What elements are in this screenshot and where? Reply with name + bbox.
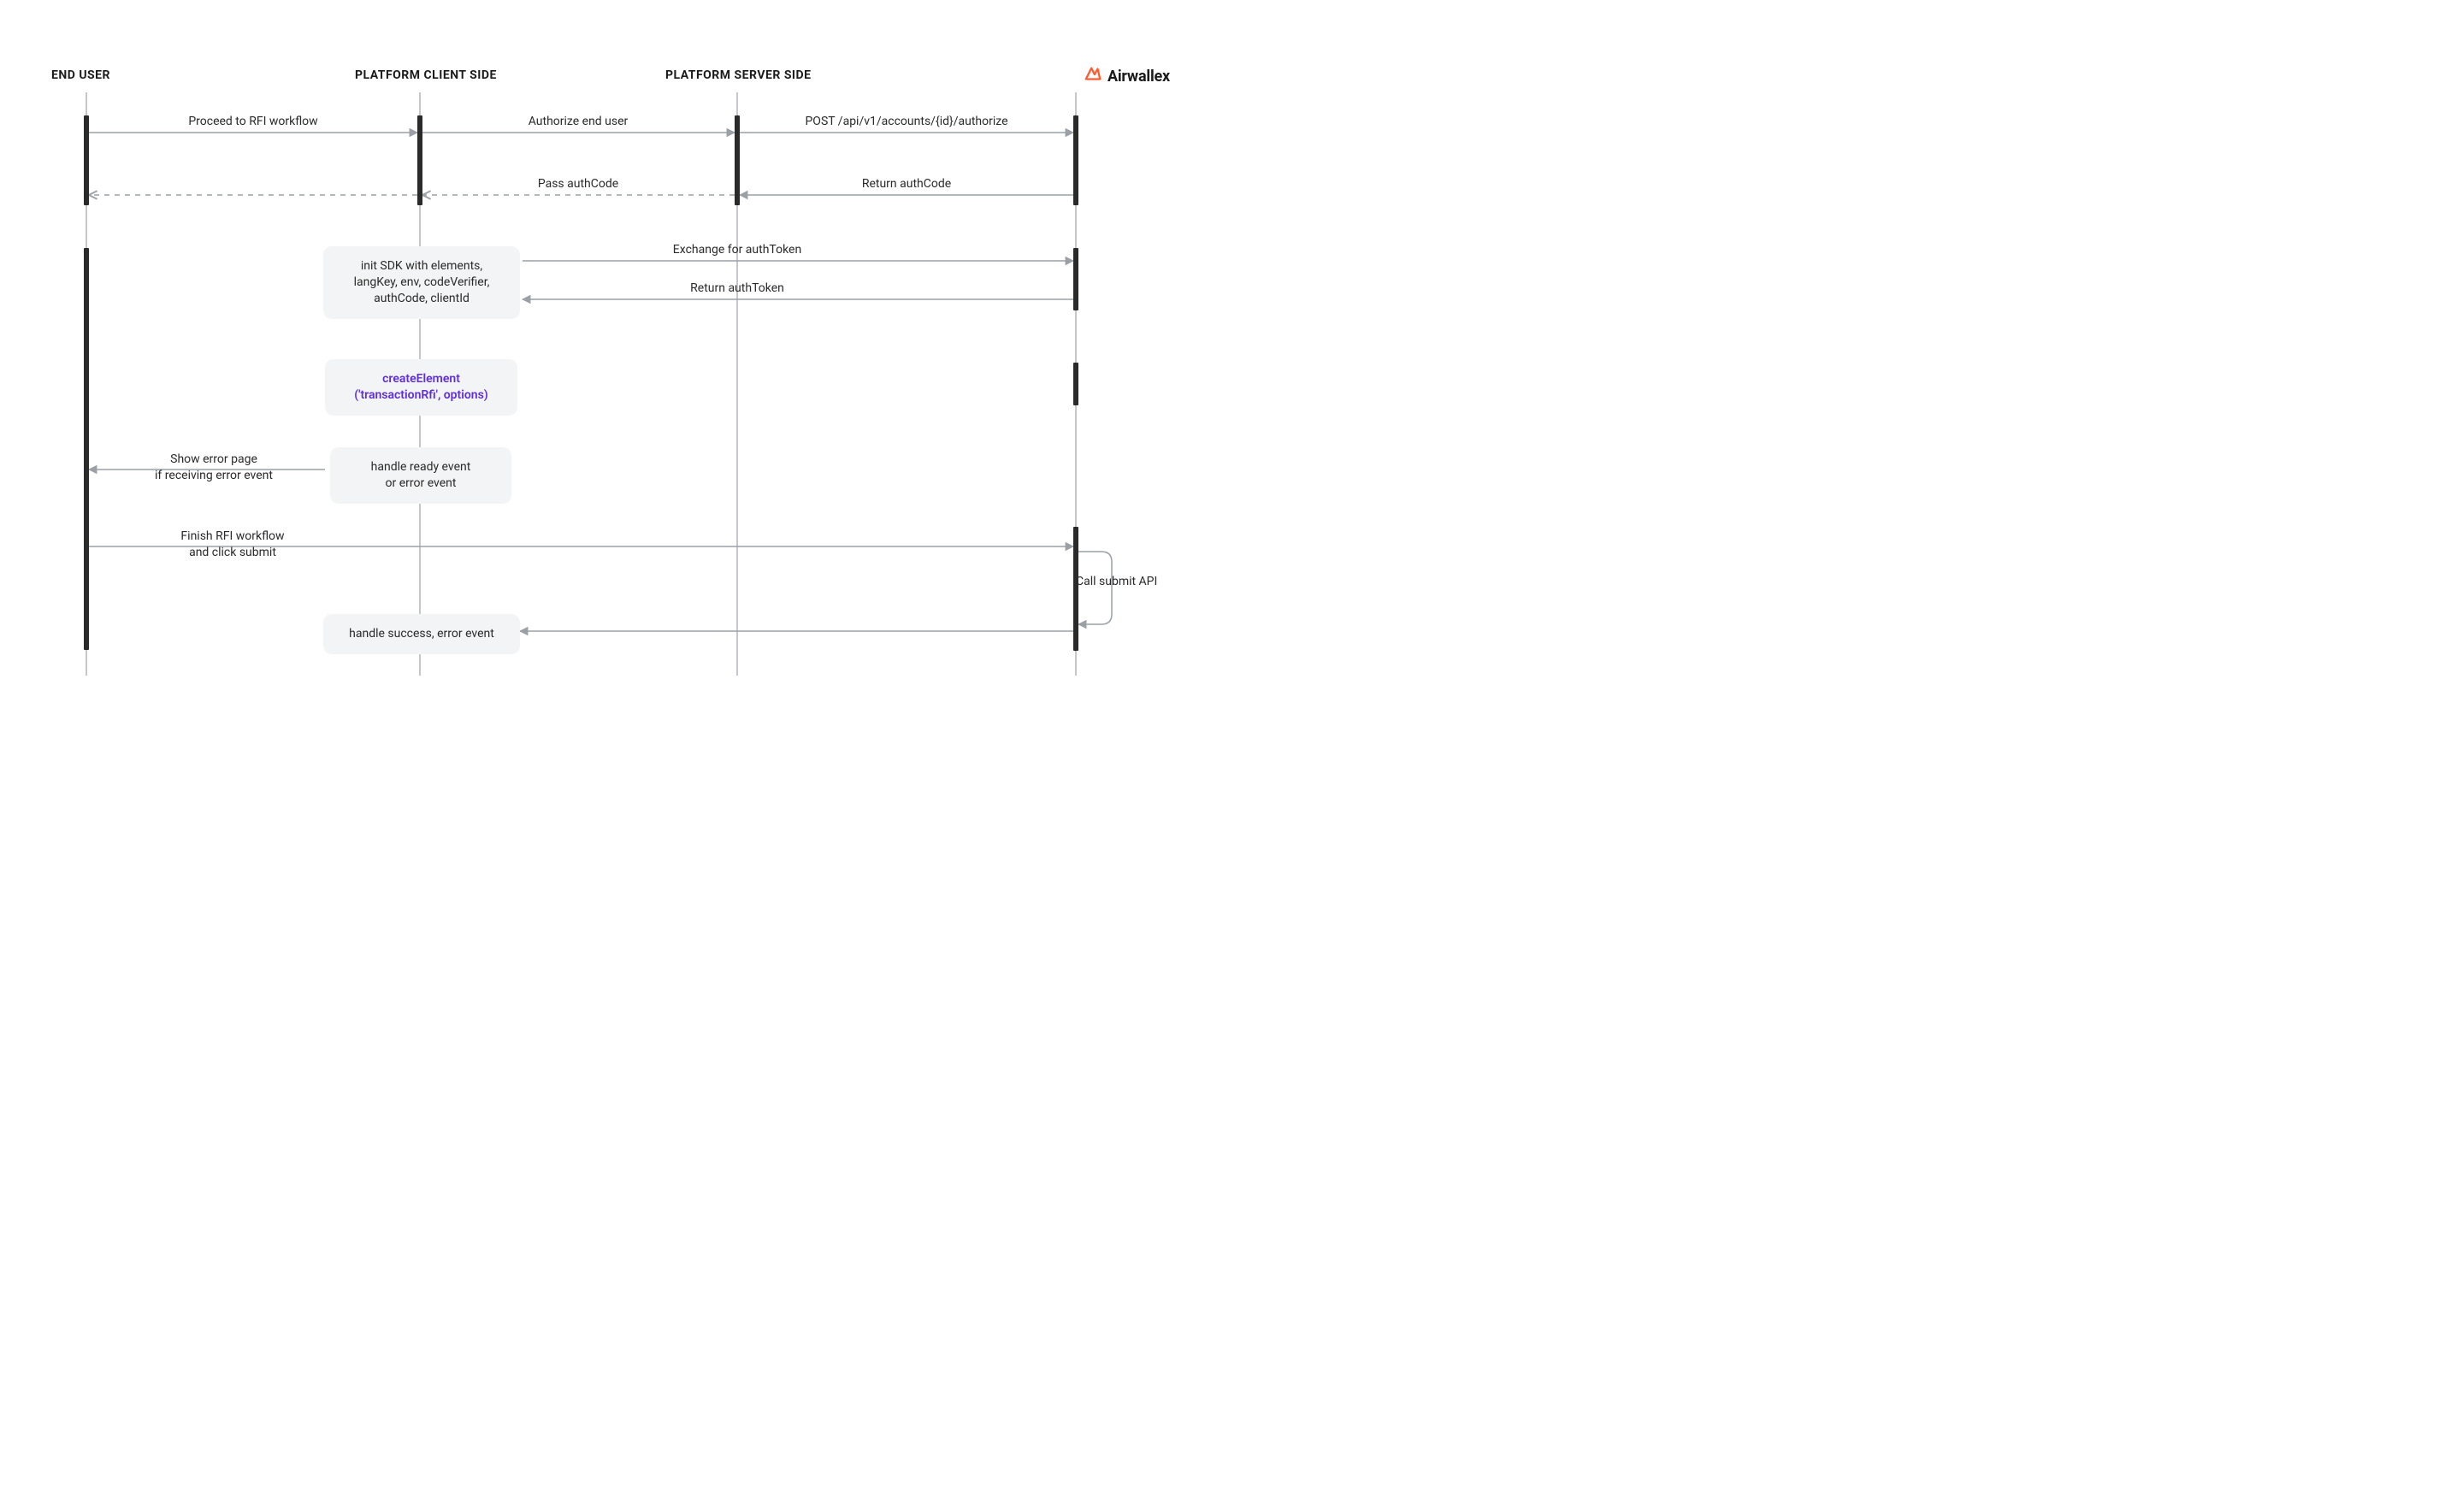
msg-proceed: Proceed to RFI workflow [188, 115, 317, 128]
note-handle-ready: handle ready eventor error event [330, 447, 511, 504]
lane-title-client-side: PLATFORM CLIENT SIDE [355, 68, 497, 82]
activation-airwallex-3 [1073, 363, 1078, 405]
lane-title-server-side: PLATFORM SERVER SIDE [665, 68, 812, 82]
note-create-element: createElement('transactionRfi', options) [325, 359, 517, 416]
sequence-diagram: END USER PLATFORM CLIENT SIDE PLATFORM S… [0, 0, 1232, 756]
msg-return-authcode: Return authCode [862, 177, 951, 191]
activation-client-1 [417, 115, 422, 205]
activation-end-user-2 [84, 248, 89, 650]
activation-end-user-1 [84, 115, 89, 205]
note-init-sdk: init SDK with elements,langKey, env, cod… [323, 246, 520, 319]
msg-finish-workflow: Finish RFI workflowand click submit [151, 529, 314, 561]
msg-authorize: Authorize end user [529, 115, 629, 128]
msg-post-authorize: POST /api/v1/accounts/{id}/authorize [805, 115, 1007, 128]
activation-server-1 [735, 115, 740, 205]
airwallex-logo-icon [1084, 65, 1102, 87]
lane-title-end-user: END USER [51, 68, 110, 82]
msg-exchange-token: Exchange for authToken [673, 243, 801, 257]
note-handle-success: handle success, error event [323, 614, 520, 654]
activation-airwallex-2 [1073, 248, 1078, 310]
msg-pass-authcode: Pass authCode [538, 177, 618, 191]
msg-call-submit: Call submit API [1076, 575, 1157, 588]
activation-airwallex-1 [1073, 115, 1078, 205]
msg-show-error: Show error pageif receiving error event [133, 452, 295, 484]
diagram-svg [0, 0, 1232, 756]
brand-name: Airwallex [1107, 68, 1170, 86]
brand: Airwallex [1084, 65, 1170, 87]
msg-return-token: Return authToken [690, 281, 784, 295]
activation-airwallex-4 [1073, 527, 1078, 651]
